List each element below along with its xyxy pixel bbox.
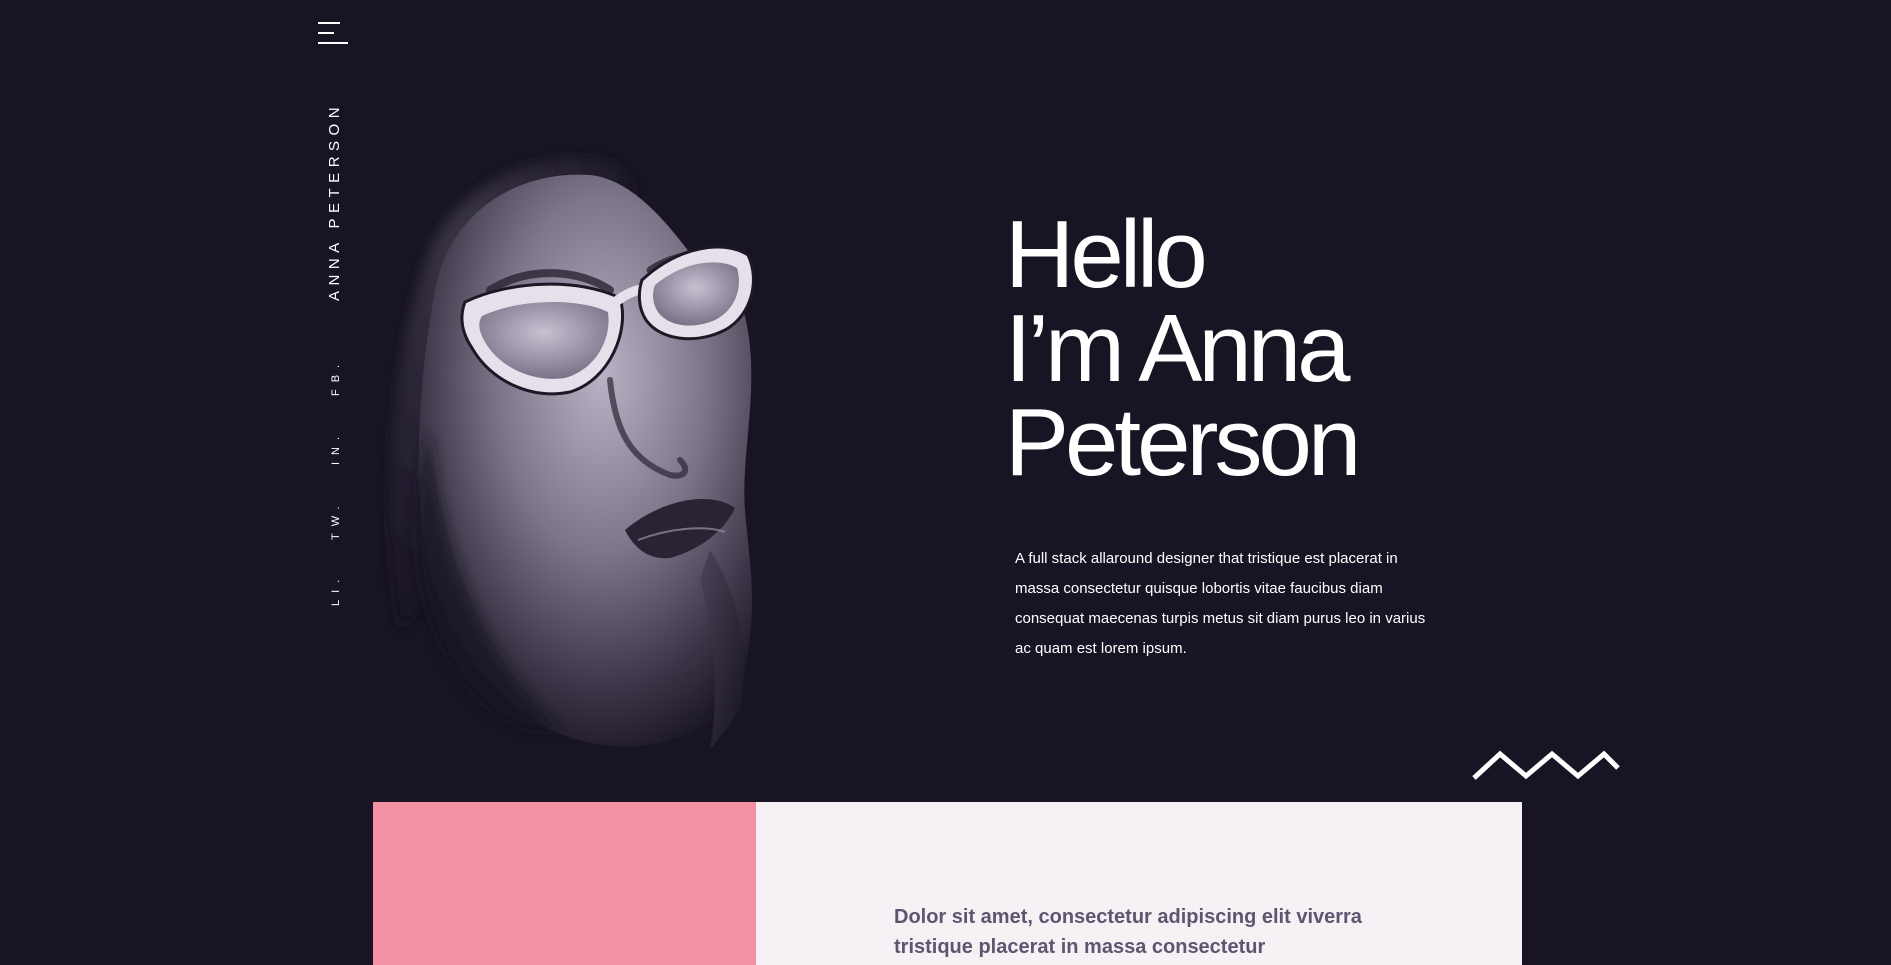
accent-panel <box>373 802 756 965</box>
hero-title-line: I’m Anna <box>1005 295 1351 402</box>
social-link-facebook[interactable]: FB. <box>330 358 342 396</box>
portrait-image <box>389 158 755 750</box>
about-lead-text: Dolor sit amet, consectetur adipiscing e… <box>894 906 1362 958</box>
hero-title-line: Peterson <box>1005 389 1361 496</box>
social-link-instagram[interactable]: IN. <box>330 430 342 465</box>
brand-name[interactable]: ANNA PETERSON <box>326 102 343 301</box>
zigzag-icon <box>1472 750 1620 780</box>
page: ANNA PETERSON FB. IN. TW. LI. Hello I’m … <box>0 0 1891 965</box>
hero-description: A full stack allaround designer that tri… <box>1015 550 1426 657</box>
social-link-linkedin[interactable]: LI. <box>330 573 342 606</box>
hero-title: Hello I’m Anna Peterson <box>1005 201 1361 496</box>
about-panel: Dolor sit amet, consectetur adipiscing e… <box>756 802 1522 965</box>
hero-title-line: Hello <box>1005 201 1208 308</box>
social-link-twitter[interactable]: TW. <box>330 499 342 540</box>
hamburger-icon[interactable] <box>318 22 348 46</box>
